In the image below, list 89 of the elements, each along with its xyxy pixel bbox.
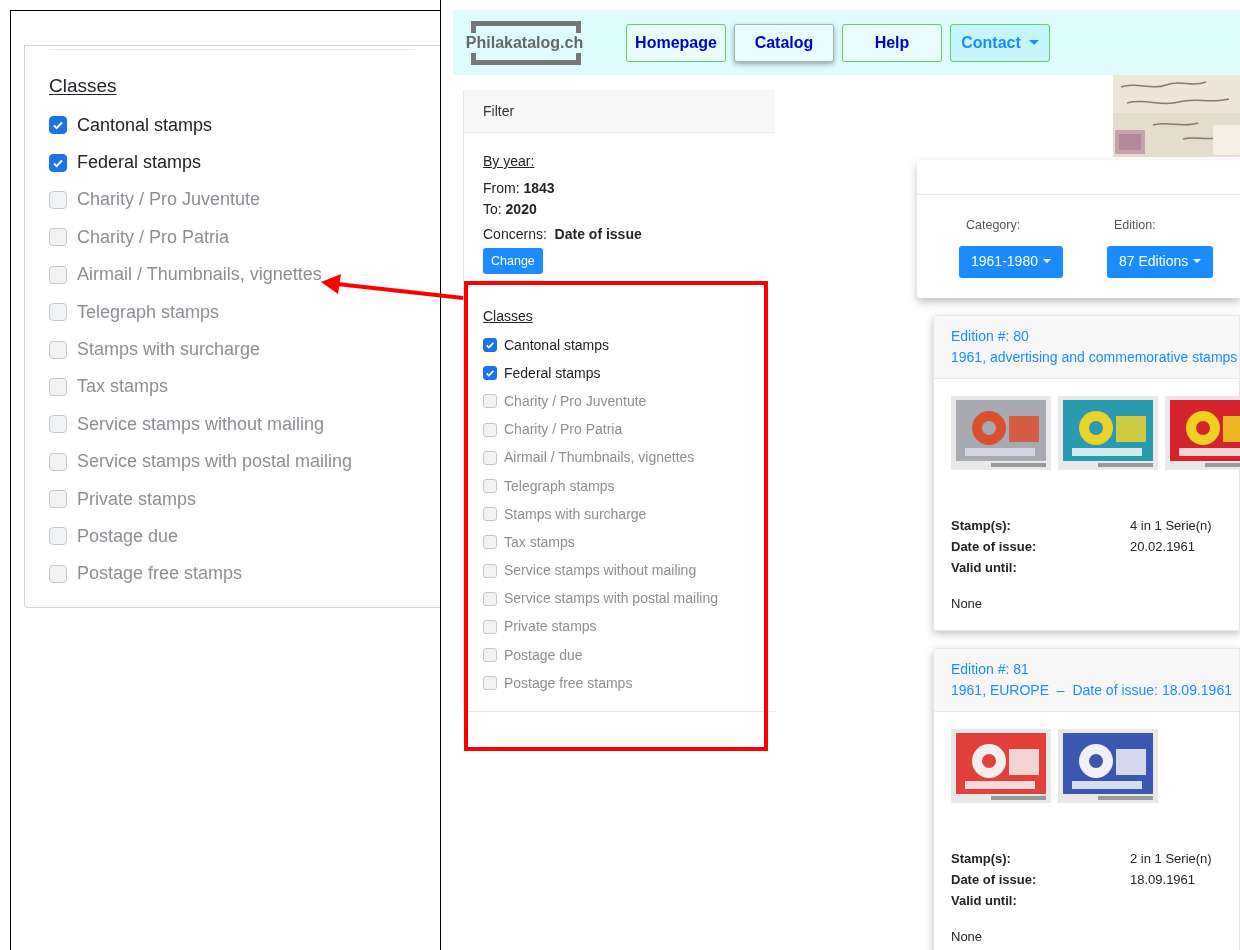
dropdown-button[interactable]: 87 Editions bbox=[1106, 245, 1214, 278]
check-icon bbox=[485, 368, 495, 379]
checkbox-label[interactable]: Service stamps without mailing bbox=[504, 560, 697, 582]
checkbox[interactable] bbox=[483, 422, 497, 437]
checkbox-label[interactable]: Charity / Pro Juventute bbox=[504, 390, 647, 412]
info-value: 18.09.1961 bbox=[1130, 871, 1196, 889]
year-from: From: 1843 bbox=[483, 179, 556, 198]
checkbox[interactable] bbox=[483, 507, 497, 522]
info-label: Valid until: bbox=[951, 892, 1018, 910]
checkbox-label[interactable]: Stamps with surcharge bbox=[504, 503, 647, 525]
nav-tab[interactable]: Contact bbox=[950, 23, 1050, 62]
checkbox[interactable] bbox=[483, 394, 497, 409]
checkbox-label[interactable]: Stamps with surcharge bbox=[77, 336, 261, 364]
checkbox[interactable] bbox=[49, 452, 67, 471]
info-label: Valid until: bbox=[951, 559, 1018, 577]
nav-tab[interactable]: Help bbox=[842, 23, 942, 62]
checkbox-label[interactable]: Tax stamps bbox=[77, 373, 169, 401]
change-button[interactable]: Change bbox=[483, 248, 543, 274]
checkbox[interactable] bbox=[49, 228, 67, 247]
checkbox[interactable] bbox=[483, 450, 497, 465]
checkbox-label[interactable]: Federal stamps bbox=[504, 362, 601, 384]
checkbox-label[interactable]: Charity / Pro Juventute bbox=[77, 186, 261, 214]
checkbox-label[interactable]: Service stamps with postal mailing bbox=[504, 588, 718, 610]
year-to: To: 2020 bbox=[483, 200, 538, 219]
checkbox[interactable] bbox=[49, 303, 67, 322]
note-text: None bbox=[951, 928, 984, 946]
section-heading: Classes bbox=[49, 75, 117, 96]
checkbox[interactable] bbox=[483, 366, 497, 381]
nav-tab[interactable]: Catalog bbox=[734, 23, 834, 62]
checkbox-label[interactable]: Airmail / Thumbnails, vignettes bbox=[77, 261, 322, 289]
checkbox[interactable] bbox=[49, 116, 67, 135]
checkbox-label[interactable]: Telegraph stamps bbox=[504, 475, 615, 497]
checkbox[interactable] bbox=[49, 415, 67, 434]
checkbox-label[interactable]: Postage due bbox=[77, 523, 179, 550]
card-header: Filter bbox=[483, 101, 515, 121]
checkbox-label[interactable]: Private stamps bbox=[504, 616, 597, 638]
checkbox-label[interactable]: Cantonal stamps bbox=[504, 334, 610, 356]
checkbox-label[interactable]: Service stamps with postal mailing bbox=[77, 448, 353, 476]
checkbox-label[interactable]: Charity / Pro Patria bbox=[77, 223, 230, 251]
info-value: 4 in 1 Serie(n) bbox=[1130, 517, 1212, 535]
edition-title[interactable]: 1961, EUROPE – Date of issue: 18.09.1961 bbox=[951, 680, 1239, 701]
check-icon bbox=[52, 119, 64, 132]
checkbox[interactable] bbox=[49, 564, 67, 583]
field-label: Edition: bbox=[1113, 217, 1157, 234]
checkbox[interactable] bbox=[483, 619, 497, 634]
info-label: Stamp(s): bbox=[951, 517, 1012, 535]
checkbox[interactable] bbox=[49, 190, 67, 209]
checkbox-label[interactable]: Postage due bbox=[504, 644, 583, 666]
checkbox[interactable] bbox=[49, 527, 67, 546]
checkbox[interactable] bbox=[483, 648, 497, 663]
checkbox[interactable] bbox=[483, 676, 497, 691]
checkbox[interactable] bbox=[483, 591, 497, 606]
info-value: 2 in 1 Serie(n) bbox=[1130, 850, 1212, 868]
section-heading: By year: bbox=[483, 152, 536, 171]
checkbox[interactable] bbox=[483, 338, 497, 353]
check-icon bbox=[485, 340, 495, 351]
checkbox[interactable] bbox=[49, 490, 67, 509]
edition-title[interactable]: 1961, advertising and commemorative stamps bbox=[951, 347, 1239, 368]
checkbox[interactable] bbox=[483, 535, 497, 550]
nav-tab[interactable]: Homepage bbox=[626, 23, 726, 62]
checkbox-label[interactable]: Postage free stamps bbox=[77, 560, 243, 588]
info-value: 20.02.1961 bbox=[1130, 538, 1196, 556]
section-heading: Classes bbox=[483, 307, 534, 326]
checkbox-label[interactable]: Tax stamps bbox=[504, 531, 575, 553]
checkbox[interactable] bbox=[49, 265, 67, 284]
caret-icon bbox=[1042, 259, 1051, 265]
checkbox[interactable] bbox=[49, 377, 67, 396]
checkbox[interactable] bbox=[483, 563, 497, 578]
checkbox-label[interactable]: Postage free stamps bbox=[504, 672, 633, 694]
field-label: Category: bbox=[966, 217, 1022, 234]
info-label: Date of issue: bbox=[951, 538, 1038, 556]
caret-icon bbox=[1193, 259, 1202, 265]
checkbox-label[interactable]: Service stamps without mailing bbox=[77, 410, 325, 438]
checkbox-label[interactable]: Telegraph stamps bbox=[77, 298, 220, 326]
info-label: Stamp(s): bbox=[951, 850, 1012, 868]
checkbox-label[interactable]: Charity / Pro Patria bbox=[504, 419, 623, 441]
info-label: Date of issue: bbox=[951, 871, 1038, 889]
checkbox-label[interactable]: Airmail / Thumbnails, vignettes bbox=[504, 447, 695, 469]
checkbox-label[interactable]: Cantonal stamps bbox=[77, 111, 213, 139]
checkbox[interactable] bbox=[483, 479, 497, 494]
dropdown-button[interactable]: 1961-1980 bbox=[959, 245, 1063, 278]
concerns-text: Concerns: Date of issue bbox=[483, 225, 643, 244]
edition-number[interactable]: Edition #: 81 bbox=[951, 659, 1239, 680]
note-text: None bbox=[951, 595, 984, 613]
checkbox-label[interactable]: Federal stamps bbox=[77, 149, 202, 177]
edition-number[interactable]: Edition #: 80 bbox=[951, 326, 1239, 347]
checkbox-label[interactable]: Private stamps bbox=[77, 485, 197, 513]
checkbox[interactable] bbox=[49, 340, 67, 359]
checkbox[interactable] bbox=[49, 153, 67, 172]
